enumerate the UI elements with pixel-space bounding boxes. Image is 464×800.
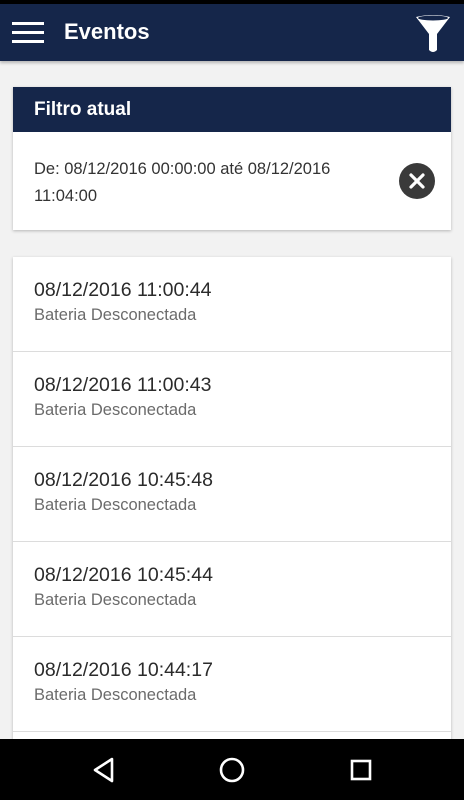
event-description: Bateria Desconectada (34, 686, 197, 704)
current-filter-card: Filtro atual De: 08/12/2016 00:00:00 até… (13, 87, 451, 230)
event-description: Bateria Desconectada (34, 591, 197, 609)
filter-range-text: De: 08/12/2016 00:00:00 até 08/12/2016 1… (34, 160, 331, 205)
clear-filter-button[interactable] (399, 163, 435, 199)
back-button[interactable] (87, 753, 121, 787)
home-button[interactable] (215, 753, 249, 787)
event-time: 08/12/2016 10:45:44 (34, 564, 213, 586)
event-time: 08/12/2016 10:44:17 (34, 659, 213, 681)
filter-button[interactable] (412, 12, 454, 56)
menu-button[interactable] (8, 14, 48, 52)
list-item[interactable]: 08/12/2016 10:45:48 Bateria Desconectada (13, 447, 451, 542)
event-description: Bateria Desconectada (34, 306, 197, 324)
list-item[interactable]: 08/12/2016 10:45:44 Bateria Desconectada (13, 542, 451, 637)
app-bar: Eventos (0, 4, 464, 61)
events-list: 08/12/2016 11:00:44 Bateria Desconectada… (13, 257, 451, 747)
page-title: Eventos (64, 19, 150, 44)
recents-button[interactable] (344, 753, 378, 787)
event-description: Bateria Desconectada (34, 496, 197, 514)
recents-square-icon (350, 759, 372, 781)
back-triangle-icon (93, 757, 114, 783)
filter-card-body: De: 08/12/2016 00:00:00 até 08/12/2016 1… (13, 132, 451, 230)
filter-card-header: Filtro atual (13, 87, 451, 132)
event-time: 08/12/2016 10:45:48 (34, 469, 213, 491)
event-description: Bateria Desconectada (34, 401, 197, 419)
event-time: 08/12/2016 11:00:43 (34, 374, 212, 396)
hamburger-menu-icon (12, 22, 44, 43)
event-time: 08/12/2016 11:00:44 (34, 279, 212, 301)
funnel-filter-icon (416, 15, 450, 52)
list-item[interactable]: 08/12/2016 11:00:44 Bateria Desconectada (13, 257, 451, 352)
home-circle-icon (219, 757, 245, 783)
system-nav-bar (0, 739, 464, 800)
list-item[interactable]: 08/12/2016 11:00:43 Bateria Desconectada (13, 352, 451, 447)
list-item[interactable]: 08/12/2016 10:44:17 Bateria Desconectada (13, 637, 451, 732)
close-circle-icon (409, 173, 425, 189)
